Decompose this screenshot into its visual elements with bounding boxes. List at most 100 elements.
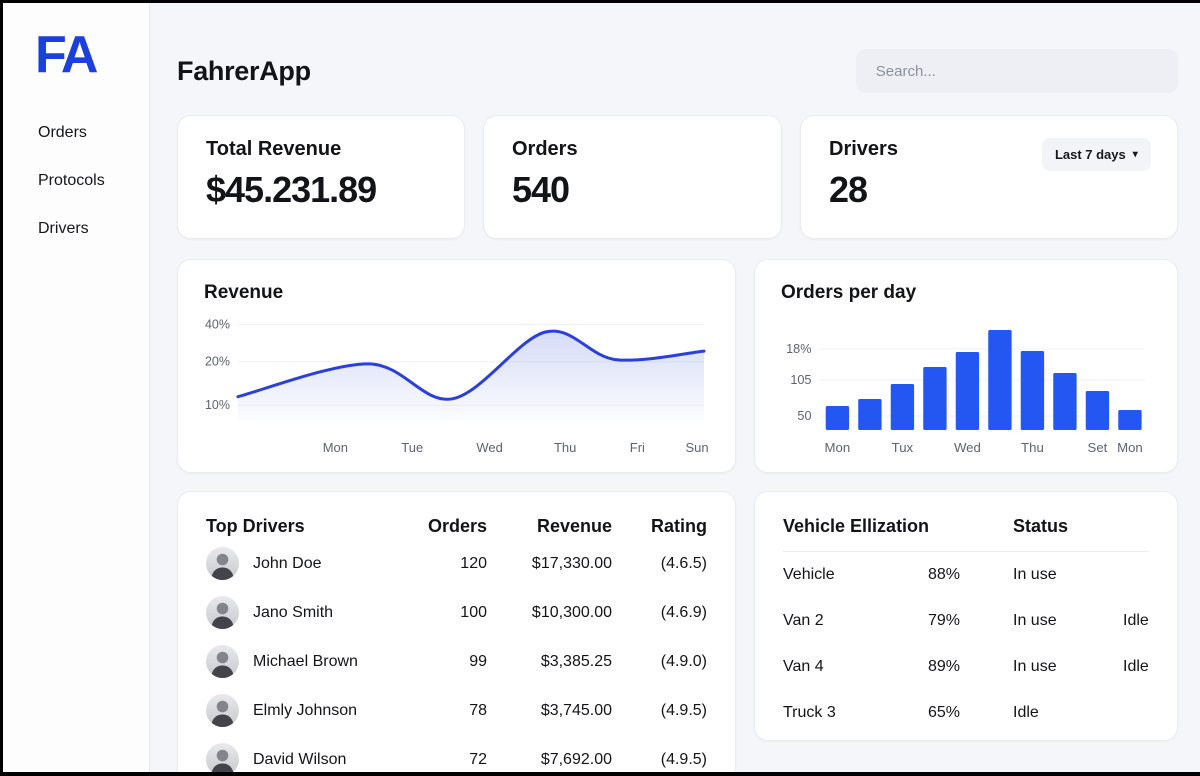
x-axis-label: Set (1088, 440, 1108, 455)
driver-name-label: Jano Smith (253, 604, 333, 622)
table-row: Elmly Johnson78$3,745.00(4.9.5) (178, 686, 735, 735)
bar (1053, 373, 1076, 430)
stat-value: 540 (512, 169, 753, 211)
total-revenue-card: Total Revenue $45.231.89 (177, 115, 465, 239)
driver-revenue: $7,692.00 (487, 751, 612, 769)
sidebar-item-protocols[interactable]: Protocols (38, 172, 149, 190)
driver-orders: 72 (407, 751, 487, 769)
driver-name-cell: Michael Brown (206, 645, 407, 678)
x-axis-label: Sun (685, 440, 708, 455)
y-tick-label: 18% (786, 342, 811, 356)
page-title: FahrerApp (177, 56, 311, 87)
x-axis-label: Tue (401, 440, 423, 455)
charts-row: Revenue 40%20%10%MonTueWedThuFriSun Orde… (177, 259, 1178, 473)
y-tick-label: 50 (797, 409, 811, 423)
x-axis-label: Thu (554, 440, 576, 455)
bar (858, 399, 881, 430)
top-drivers-body: John Doe120$17,330.00(4.6.5)Jano Smith10… (178, 539, 735, 776)
avatar (206, 694, 239, 727)
vehicle-status-secondary: Idle (1123, 612, 1149, 630)
sidebar-nav: Orders Protocols Drivers (3, 124, 149, 238)
bar (826, 406, 849, 430)
vehicle-status: In use (1013, 566, 1123, 584)
column-header: Orders (407, 516, 487, 537)
date-range-label: Last 7 days (1055, 147, 1126, 162)
table-row: Vehicle88%In use (783, 552, 1149, 598)
column-header: Top Drivers (206, 516, 407, 537)
x-axis-label: Wed (954, 440, 981, 455)
y-tick-label: 20% (205, 355, 230, 369)
x-axis-label: Mon (323, 440, 348, 455)
top-drivers-header: Top Drivers Orders Revenue Rating (178, 492, 735, 539)
column-header: Vehicle Ellization (783, 516, 1013, 537)
tables-row: Top Drivers Orders Revenue Rating John D… (177, 491, 1178, 776)
x-axis-label: Mon (1117, 440, 1143, 455)
orders-card: Orders 540 (483, 115, 782, 239)
stat-value: $45.231.89 (206, 169, 436, 211)
bar (988, 330, 1011, 430)
driver-name-cell: Elmly Johnson (206, 694, 407, 727)
avatar (206, 645, 239, 678)
driver-orders: 99 (407, 653, 487, 671)
vehicle-table-header: Vehicle Ellization Status (783, 516, 1149, 552)
driver-revenue: $10,300.00 (487, 604, 612, 622)
driver-orders: 100 (407, 604, 487, 622)
vehicle-name: Van 4 (783, 658, 928, 676)
orders-per-day-chart-card: Orders per day 18%10550MonTuxWedThuSetMo… (754, 259, 1178, 473)
vehicle-name: Vehicle (783, 566, 928, 584)
chevron-down-icon: ▾ (1133, 150, 1138, 160)
vehicle-status: In use (1013, 612, 1123, 630)
x-axis-label: Mon (825, 440, 851, 455)
avatar (206, 596, 239, 629)
revenue-chart-card: Revenue 40%20%10%MonTueWedThuFriSun (177, 259, 736, 473)
vehicle-status: Idle (1013, 704, 1123, 722)
driver-rating: (4.9.5) (612, 751, 707, 769)
vehicle-status: In use (1013, 658, 1123, 676)
sidebar-item-drivers[interactable]: Drivers (38, 220, 149, 238)
search-input[interactable] (856, 49, 1178, 93)
column-header: Rating (612, 516, 707, 537)
topbar: FahrerApp (177, 49, 1178, 93)
bar (1118, 410, 1141, 430)
stat-label: Total Revenue (206, 138, 436, 161)
driver-name-label: David Wilson (253, 751, 346, 769)
driver-name-cell: David Wilson (206, 743, 407, 776)
stat-cards: Total Revenue $45.231.89 Orders 540 Driv… (177, 115, 1178, 239)
table-row: David Wilson 72$7,692.00(4.9.5) (178, 735, 735, 776)
vehicle-table-body: Vehicle88%In useVan 279%In useIdleVan 48… (783, 552, 1149, 736)
orders-bar-chart: 18%10550MonTuxWedThuSetMon (779, 308, 1153, 458)
bar (1021, 351, 1044, 430)
avatar (206, 743, 239, 776)
table-row: Michael Brown99$3,385.25(4.9.0) (178, 637, 735, 686)
stat-label: Orders (512, 138, 753, 161)
chart-title: Revenue (204, 282, 711, 304)
driver-rating: (4.9.0) (612, 653, 707, 671)
driver-rating: (4.6.5) (612, 555, 707, 573)
driver-orders: 78 (407, 702, 487, 720)
main-content: FahrerApp Total Revenue $45.231.89 Order… (150, 3, 1200, 772)
vehicle-utilization: 65% (928, 704, 1013, 722)
vehicle-utilization: 79% (928, 612, 1013, 630)
x-axis-label: Thu (1021, 440, 1044, 455)
person-icon (206, 694, 239, 727)
person-icon (206, 645, 239, 678)
driver-revenue: $3,385.25 (487, 653, 612, 671)
sidebar: FA Orders Protocols Drivers (3, 3, 150, 772)
y-tick-label: 10% (205, 398, 230, 412)
person-icon (206, 547, 239, 580)
app-window: FA Orders Protocols Drivers FahrerApp Tota… (0, 0, 1200, 776)
column-header: Status (1013, 516, 1149, 537)
person-icon (206, 596, 239, 629)
revenue-line-chart: 40%20%10%MonTueWedThuFriSun (202, 308, 711, 458)
avatar (206, 547, 239, 580)
top-drivers-card: Top Drivers Orders Revenue Rating John D… (177, 491, 736, 776)
driver-orders: 120 (407, 555, 487, 573)
table-row: Van 489%In useIdle (783, 644, 1149, 690)
app-logo: FA (35, 27, 149, 84)
x-axis-label: Wed (476, 440, 502, 455)
sidebar-item-orders[interactable]: Orders (38, 124, 149, 142)
driver-rating: (4.9.5) (612, 702, 707, 720)
date-range-dropdown[interactable]: Last 7 days ▾ (1042, 138, 1151, 171)
vehicle-utilization: 89% (928, 658, 1013, 676)
vehicle-utilization: 88% (928, 566, 1013, 584)
